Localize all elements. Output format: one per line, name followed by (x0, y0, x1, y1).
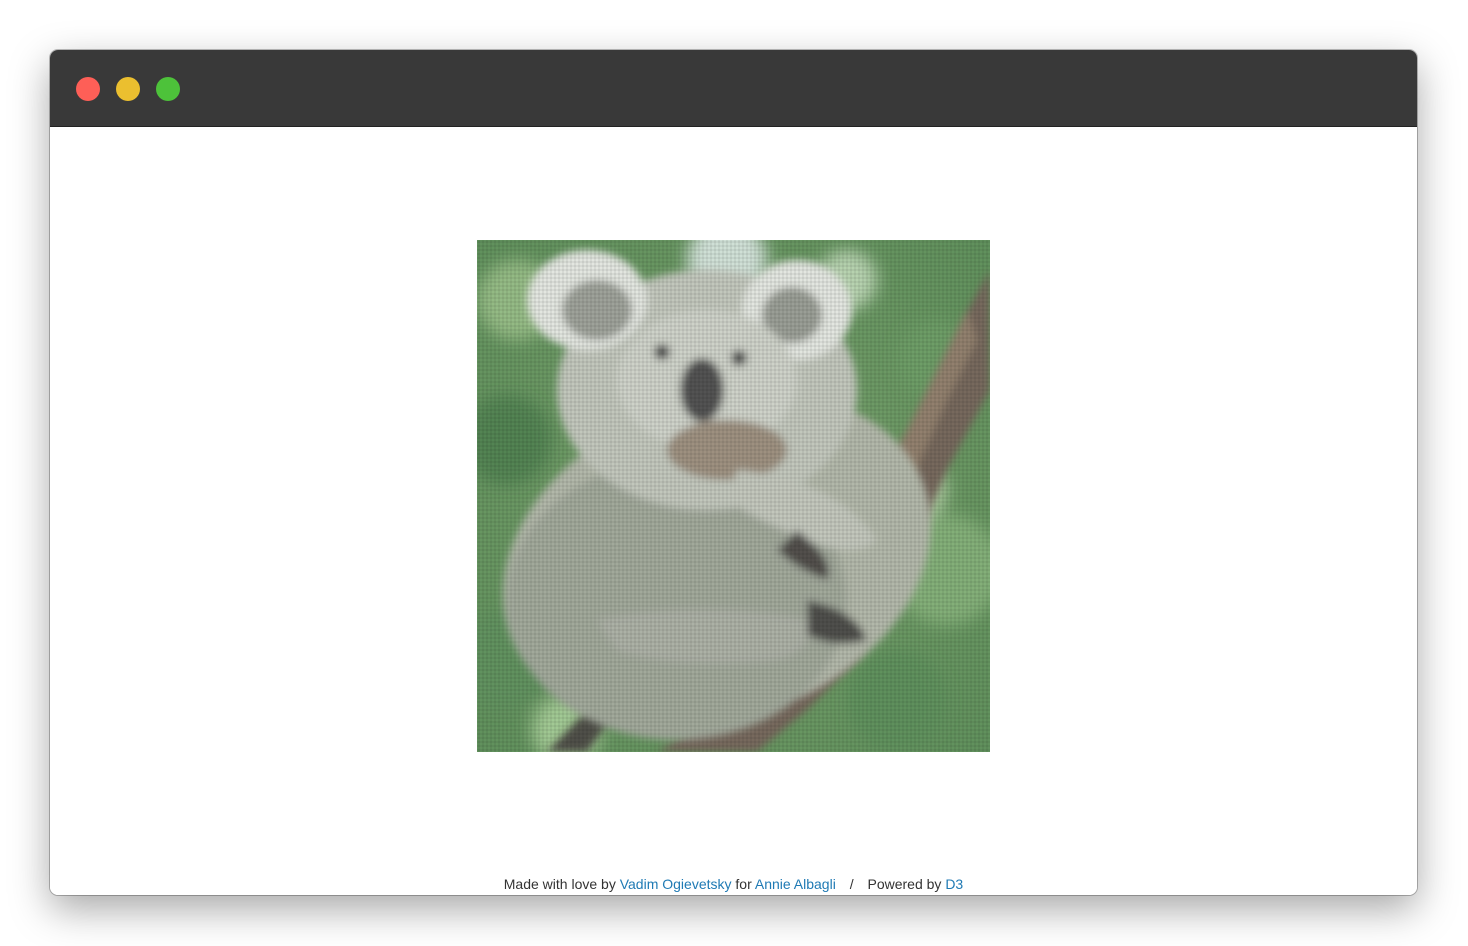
powered-by-text: Powered by (867, 876, 942, 892)
browser-window: Made with love by Vadim Ogievetsky for A… (50, 50, 1417, 895)
close-window-button[interactable] (76, 77, 100, 101)
d3-link[interactable]: D3 (945, 876, 963, 892)
author-link[interactable]: Vadim Ogievetsky (620, 876, 732, 892)
koala-circle-image[interactable] (477, 240, 990, 752)
made-with-text: Made with love by (503, 876, 616, 892)
maximize-window-button[interactable] (156, 77, 180, 101)
page-content: Made with love by Vadim Ogievetsky for A… (50, 127, 1417, 895)
koala-pixel-art[interactable] (477, 240, 990, 752)
minimize-window-button[interactable] (116, 77, 140, 101)
recipient-link[interactable]: Annie Albagli (755, 876, 836, 892)
page-footer: Made with love by Vadim Ogievetsky for A… (50, 875, 1417, 893)
window-titlebar (50, 50, 1417, 127)
for-text: for (735, 876, 752, 892)
footer-separator: / (849, 876, 854, 892)
